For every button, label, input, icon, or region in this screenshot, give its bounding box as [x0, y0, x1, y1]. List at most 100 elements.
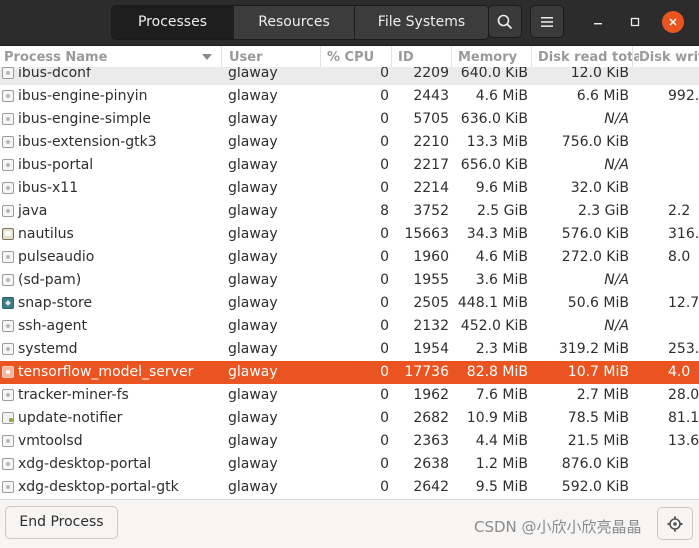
disk-write-cell: 13.6	[668, 433, 699, 449]
table-row[interactable]: ssh-agent glaway 0 2132 452.0 KiB N/A	[0, 315, 699, 338]
memory-cell: 2.3 MiB	[475, 341, 528, 357]
search-icon	[497, 14, 513, 29]
table-row[interactable]: tensorflow_model_server glaway 0 17736 82.8 …	[0, 361, 699, 384]
process-options-button[interactable]	[657, 507, 693, 540]
memory-cell: 4.6 MiB	[475, 249, 528, 265]
minimize-icon	[594, 23, 602, 25]
table-row[interactable]: (sd-pam) glaway 0 1955 3.6 MiB N/A	[0, 269, 699, 292]
tab-file-systems[interactable]: File Systems	[354, 6, 488, 39]
process-name-cell: ssh-agent	[18, 318, 87, 334]
tab-processes[interactable]: Processes	[112, 6, 233, 39]
tab-resources[interactable]: Resources	[233, 6, 354, 39]
memory-cell: 13.3 MiB	[466, 134, 528, 150]
memory-cell: 4.6 MiB	[475, 88, 528, 104]
disk-write-cell	[640, 476, 699, 499]
column-header-disk-write[interactable]: Disk writ	[632, 46, 699, 69]
process-id-cell: 2210	[413, 134, 449, 150]
minimize-button[interactable]	[587, 11, 609, 33]
table-row[interactable]: java glaway 8 3752 2.5 GiB 2.3 GiB 2.2	[0, 200, 699, 223]
column-header-process-name[interactable]: Process Name	[4, 46, 200, 69]
process-id-cell: 15663	[404, 226, 449, 242]
cpu-cell: 0	[380, 456, 389, 472]
user-cell: glaway	[228, 249, 278, 265]
cpu-cell: 0	[380, 272, 389, 288]
disk-read-cell: 32.0 KiB	[570, 180, 629, 196]
column-header-cpu[interactable]: % CPU	[320, 46, 391, 69]
settings-icon	[667, 516, 683, 531]
column-header-user[interactable]: User	[221, 46, 325, 69]
view-switcher: Processes Resources File Systems	[111, 5, 489, 40]
process-id-cell: 5705	[413, 111, 449, 127]
cpu-cell: 0	[380, 249, 389, 265]
user-cell: glaway	[228, 410, 278, 426]
maximize-button[interactable]	[624, 11, 646, 33]
memory-cell: 7.6 MiB	[475, 387, 528, 403]
table-row[interactable]: ibus-engine-simple glaway 0 5705 636.0 KiB N/…	[0, 108, 699, 131]
process-name-cell: ibus-portal	[18, 157, 94, 173]
user-cell: glaway	[228, 364, 278, 380]
process-id-cell: 2217	[413, 157, 449, 173]
generic-process-icon	[2, 205, 14, 217]
process-list: ibus-dconf glaway 0 2209 640.0 KiB 12.0 KiB ib…	[0, 67, 699, 499]
disk-read-cell: N/A	[604, 111, 629, 127]
user-cell: glaway	[228, 203, 278, 219]
table-row[interactable]: pulseaudio glaway 0 1960 4.6 MiB 272.0 KiB 8.0	[0, 246, 699, 269]
disk-write-cell	[640, 108, 699, 131]
table-row[interactable]: ibus-dconf glaway 0 2209 640.0 KiB 12.0 KiB	[0, 67, 699, 85]
column-header-memory[interactable]: Memory	[451, 46, 531, 69]
watermark: CSDN @小欣小欣亮晶晶	[474, 518, 642, 536]
disk-write-cell: 28.0	[668, 387, 699, 403]
snap-store-icon	[2, 297, 14, 309]
disk-write-cell: 2.2	[668, 203, 691, 219]
memory-cell: 82.8 MiB	[466, 364, 528, 380]
table-row[interactable]: ibus-x11 glaway 0 2214 9.6 MiB 32.0 KiB	[0, 177, 699, 200]
process-id-cell: 1954	[413, 341, 449, 357]
table-row[interactable]: snap-store glaway 0 2505 448.1 MiB 50.6 MiB 12…	[0, 292, 699, 315]
menu-button[interactable]	[530, 5, 564, 38]
memory-cell: 636.0 KiB	[460, 111, 528, 127]
generic-process-icon	[2, 159, 14, 171]
disk-write-cell	[640, 154, 699, 177]
process-name-cell: tensorflow_model_server	[18, 364, 194, 380]
cpu-cell: 0	[380, 318, 389, 334]
user-cell: glaway	[228, 134, 278, 150]
generic-process-icon	[2, 182, 14, 194]
process-id-cell: 2682	[413, 410, 449, 426]
column-header-id[interactable]: ID	[391, 46, 450, 69]
close-button[interactable]	[662, 11, 684, 33]
disk-read-cell: 592.0 KiB	[561, 479, 629, 495]
table-row[interactable]: tracker-miner-fs glaway 0 1962 7.6 MiB 2.7 Mi…	[0, 384, 699, 407]
memory-cell: 640.0 KiB	[460, 67, 528, 81]
generic-process-icon	[2, 136, 14, 148]
table-row[interactable]: xdg-desktop-portal-gtk glaway 0 2642 9.5 MiB…	[0, 476, 699, 499]
table-row[interactable]: ibus-extension-gtk3 glaway 0 2210 13.3 MiB 75…	[0, 131, 699, 154]
cpu-cell: 0	[380, 88, 389, 104]
disk-read-cell: 876.0 KiB	[561, 456, 629, 472]
table-row[interactable]: systemd glaway 0 1954 2.3 MiB 319.2 MiB 253.4	[0, 338, 699, 361]
memory-cell: 9.5 MiB	[475, 479, 528, 495]
disk-write-cell	[640, 269, 699, 292]
generic-process-icon	[2, 481, 14, 493]
cpu-cell: 0	[380, 295, 389, 311]
table-row[interactable]: ibus-engine-pinyin glaway 0 2443 4.6 MiB 6.6 …	[0, 85, 699, 108]
table-row[interactable]: xdg-desktop-portal glaway 0 2638 1.2 MiB 876.…	[0, 453, 699, 476]
memory-cell: 10.9 MiB	[466, 410, 528, 426]
update-notifier-icon	[2, 412, 14, 424]
cpu-cell: 0	[380, 226, 389, 242]
footer-bar: End Process CSDN @小欣小欣亮晶晶	[0, 499, 699, 548]
column-header-disk-read[interactable]: Disk read tota	[531, 46, 639, 69]
disk-write-cell: 316.0	[668, 226, 699, 242]
user-cell: glaway	[228, 88, 278, 104]
disk-read-cell: 78.5 MiB	[567, 410, 629, 426]
maximize-icon	[630, 17, 640, 27]
disk-write-cell: 8.0	[668, 249, 691, 265]
process-name-cell: xdg-desktop-portal	[18, 456, 152, 472]
search-button[interactable]	[488, 5, 522, 38]
table-row[interactable]: update-notifier glaway 0 2682 10.9 MiB 78.5 M…	[0, 407, 699, 430]
table-row[interactable]: nautilus glaway 0 15663 34.3 MiB 576.0 KiB 316…	[0, 223, 699, 246]
table-row[interactable]: vmtoolsd glaway 0 2363 4.4 MiB 21.5 MiB 13.6	[0, 430, 699, 453]
process-id-cell: 2505	[413, 295, 449, 311]
table-row[interactable]: ibus-portal glaway 0 2217 656.0 KiB N/A	[0, 154, 699, 177]
generic-process-icon	[2, 251, 14, 263]
end-process-button[interactable]: End Process	[5, 506, 118, 539]
